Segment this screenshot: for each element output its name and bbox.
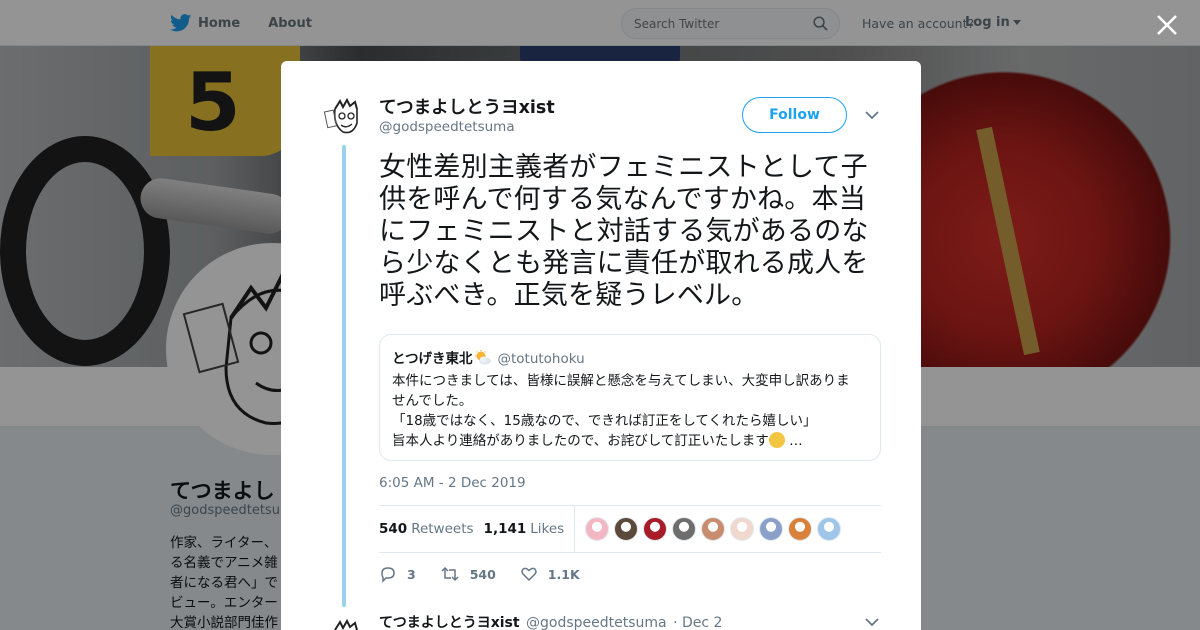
quote-author-name: とつげき東北: [392, 351, 473, 367]
liker-avatar[interactable]: [614, 517, 639, 541]
quote-ellipsis: …: [789, 433, 803, 449]
reply-date[interactable]: · Dec 2: [673, 615, 722, 630]
liker-avatar[interactable]: [730, 517, 755, 541]
tweet-modal: てつまよしとうヨxist @godspeedtetsuma Follow 女性差…: [281, 61, 921, 630]
thread-line: [342, 145, 346, 607]
quote-header: とつげき東北 @totutohoku: [392, 347, 868, 367]
liker-avatar[interactable]: [759, 517, 784, 541]
follow-button[interactable]: Follow: [742, 97, 847, 133]
like-action[interactable]: 1.1K: [520, 565, 580, 583]
liker-avatar[interactable]: [585, 517, 610, 541]
reply-header: てつまよしとうヨxist @godspeedtetsuma · Dec 2: [379, 612, 722, 630]
quote-line: 旨本人より連絡がありましたので、お詫びして訂正いたします: [392, 433, 769, 449]
likes-label: Likes: [530, 521, 565, 537]
tweet-timestamp[interactable]: 6:05 AM - 2 Dec 2019: [379, 475, 526, 491]
tweet-actions: 3 540 1.1K: [379, 563, 881, 585]
liker-avatar[interactable]: [672, 517, 697, 541]
reply-icon: [381, 567, 395, 583]
quoted-tweet[interactable]: とつげき東北 @totutohoku 本件につきましては、皆様に誤解と懸念を与えて…: [379, 334, 881, 461]
liker-avatar[interactable]: [788, 517, 813, 541]
liker-avatar[interactable]: [817, 517, 842, 541]
reply-author-handle[interactable]: @godspeedtetsuma: [526, 615, 667, 630]
reply-count: 3: [407, 566, 416, 582]
liker-avatar[interactable]: [701, 517, 726, 541]
like-count: 1.1K: [547, 566, 580, 582]
hugging-face-icon: [768, 432, 785, 448]
tweet-stats: 540 Retweets 1,141 Likes: [379, 505, 881, 553]
retweets-label: Retweets: [411, 521, 474, 537]
quote-line: 「18歳ではなく、15歳なので、できれば訂正をしてくれたら嬉しい」: [392, 413, 817, 429]
retweet-action[interactable]: 540: [440, 565, 496, 583]
liker-avatar[interactable]: [643, 517, 668, 541]
quote-author-handle: @totutohoku: [497, 351, 585, 367]
reply-action[interactable]: 3: [379, 565, 416, 583]
retweets-count: 540: [379, 521, 408, 537]
tweet-text: 女性差別主義者がフェミニストとして子供を呼んで何する気なんですかね。本当にフェミ…: [379, 152, 869, 311]
quote-body: 本件につきましては、皆様に誤解と懸念を与えてしまい、大変申し訳ありま せんでした…: [392, 371, 868, 451]
reply-author-name[interactable]: てつまよしとうヨxist: [379, 615, 520, 630]
liker-avatars: [585, 517, 846, 541]
retweets-stat[interactable]: 540 Retweets: [379, 521, 474, 537]
likes-stat[interactable]: 1,141 Likes: [484, 521, 565, 537]
reply-avatar-drawing-icon: [323, 616, 367, 630]
stats-divider: [574, 505, 576, 553]
author-avatar[interactable]: [323, 95, 367, 139]
retweet-icon: [441, 566, 459, 582]
close-icon[interactable]: [1154, 12, 1180, 38]
retweet-count: 540: [469, 566, 496, 582]
likes-count: 1,141: [483, 521, 527, 537]
heart-icon: [521, 567, 537, 582]
author-drawing-icon: [323, 95, 367, 139]
quote-line-last: 旨本人より連絡がありましたので、お詫びして訂正いたします …: [392, 431, 868, 451]
sun-behind-cloud-icon: [475, 350, 492, 365]
author-handle[interactable]: @godspeedtetsuma: [379, 119, 515, 135]
reply-avatar[interactable]: [323, 616, 367, 630]
chevron-down-icon[interactable]: [865, 617, 879, 627]
author-name[interactable]: てつまよしとうヨxist: [379, 94, 555, 119]
quote-line: せんでした。: [392, 393, 473, 409]
quote-line: 本件につきましては、皆様に誤解と懸念を与えてしまい、大変申し訳ありま: [392, 373, 850, 389]
chevron-down-icon[interactable]: [865, 110, 879, 120]
